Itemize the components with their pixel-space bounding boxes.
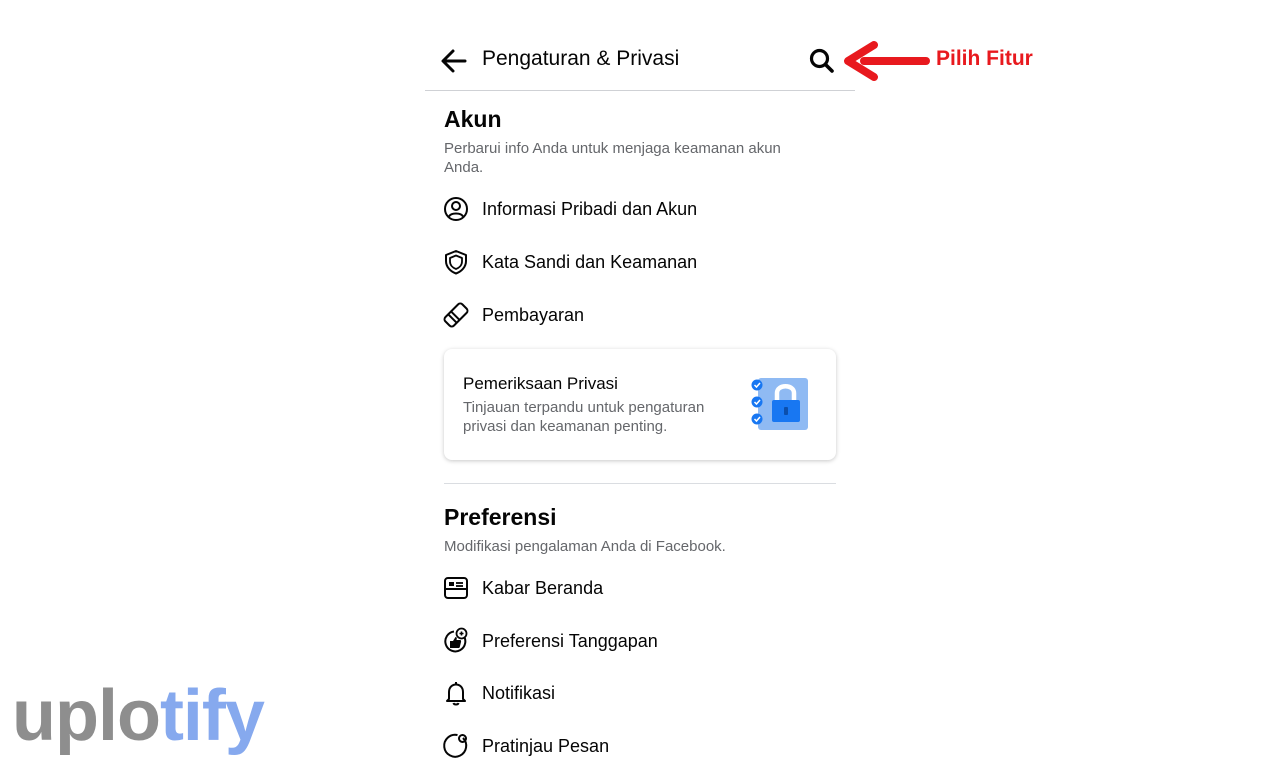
menu-item-reaction-preferences[interactable]: Preferensi Tanggapan [442, 621, 842, 661]
message-preview-icon [442, 732, 470, 760]
annotation-arrow-icon [842, 40, 932, 82]
news-feed-icon [442, 574, 470, 602]
menu-item-notifications[interactable]: Notifikasi [442, 673, 842, 713]
menu-item-label: Pembayaran [482, 305, 585, 325]
section-title-akun: Akun [444, 106, 502, 132]
bell-icon [442, 679, 470, 707]
section-subtitle-akun: Perbarui info Anda untuk menjaga keamana… [444, 140, 781, 176]
menu-item-label: Kata Sandi dan Keamanan [482, 252, 698, 272]
menu-item-personal-info[interactable]: Informasi Pribadi dan Akun [442, 189, 842, 229]
section-title-preferensi: Preferensi [444, 504, 557, 530]
reaction-preference-icon [442, 627, 470, 655]
menu-item-label: Preferensi Tanggapan [482, 631, 658, 651]
user-circle-icon [442, 195, 470, 223]
search-icon[interactable] [807, 46, 837, 76]
menu-item-label: Pratinjau Pesan [482, 736, 610, 756]
menu-item-label: Informasi Pribadi dan Akun [482, 199, 698, 219]
annotation-label: Pilih Fitur [936, 47, 1033, 70]
card-description: Tinjauan terpandu untuk pengaturan priva… [463, 399, 705, 435]
shield-icon [442, 248, 470, 276]
logo-part-2: tify [159, 676, 265, 756]
menu-item-news-feed[interactable]: Kabar Beranda [442, 568, 842, 608]
top-app-bar: Pengaturan & Privasi [425, 30, 855, 90]
page-title: Pengaturan & Privasi [482, 47, 680, 70]
privacy-checkup-card[interactable]: Pemeriksaan Privasi Tinjauan terpandu un… [444, 349, 836, 460]
logo-part-1: uplo [12, 676, 161, 756]
card-title: Pemeriksaan Privasi [463, 374, 618, 393]
uplotify-logo: uplotify [12, 676, 265, 756]
privacy-lock-illustration-icon [750, 375, 810, 433]
header-divider [425, 90, 855, 91]
menu-item-label: Kabar Beranda [482, 578, 604, 598]
section-divider [444, 483, 836, 484]
menu-item-password-security[interactable]: Kata Sandi dan Keamanan [442, 242, 842, 282]
menu-item-label: Notifikasi [482, 683, 556, 703]
menu-item-message-preview[interactable]: Pratinjau Pesan [442, 726, 842, 766]
payment-tag-icon [442, 301, 470, 329]
section-subtitle-preferensi: Modifikasi pengalaman Anda di Facebook. [444, 538, 726, 555]
back-arrow-icon[interactable] [439, 46, 469, 76]
menu-item-payments[interactable]: Pembayaran [442, 295, 842, 335]
